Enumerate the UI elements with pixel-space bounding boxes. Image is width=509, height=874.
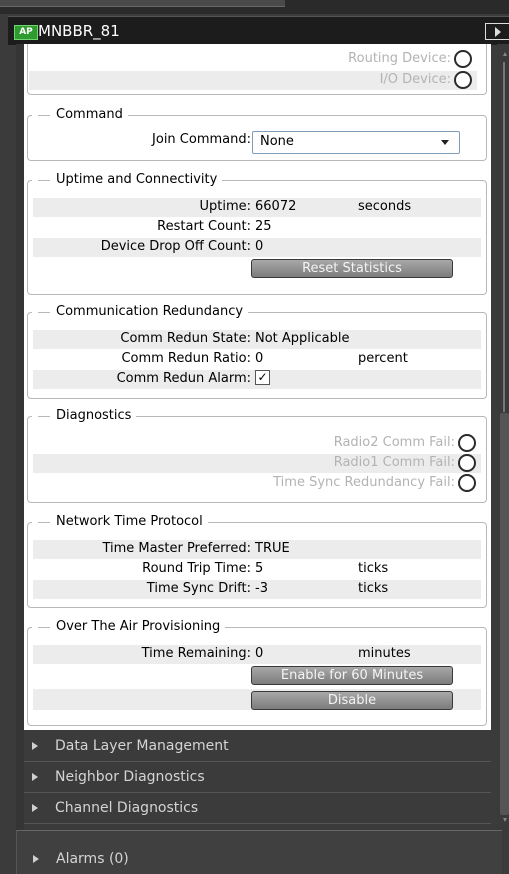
comm-redun-state-row: Comm Redun State: Not Applicable	[33, 330, 481, 349]
reset-statistics-button[interactable]: Reset Statistics	[251, 259, 453, 278]
section-neighbor-diagnostics[interactable]: Neighbor Diagnostics	[24, 762, 491, 793]
round-trip-unit: ticks	[358, 561, 389, 576]
uptime-label: Uptime:	[199, 199, 251, 214]
round-trip-row: Round Trip Time: 5 ticks	[33, 560, 481, 579]
ota-group: Over The Air Provisioning Time Remaining…	[27, 619, 487, 726]
device-title-bar: AP MNBBR_81	[8, 16, 509, 45]
drop-off-count-row: Device Drop Off Count: 0	[33, 238, 481, 257]
section-channel-diagnostics[interactable]: Channel Diagnostics	[24, 793, 491, 824]
drop-off-count-label: Device Drop Off Count:	[100, 239, 251, 254]
expand-arrow-icon	[33, 855, 39, 863]
ap-badge: AP	[14, 25, 38, 40]
scrollbar-thumb[interactable]	[500, 413, 509, 815]
section-label: Data Layer Management	[55, 738, 229, 754]
diagnostics-title: Diagnostics	[32, 408, 137, 423]
radio1-comm-fail-row: Radio1 Comm Fail:	[33, 454, 481, 473]
expand-arrow-icon	[32, 804, 38, 812]
expand-arrow-icon	[32, 773, 38, 781]
uptime-value: 66072	[255, 199, 297, 214]
time-sync-drift-row: Time Sync Drift: -3 ticks	[33, 580, 481, 599]
disable-button[interactable]: Disable	[251, 691, 453, 710]
alarms-label: Alarms (0)	[56, 851, 129, 867]
window-tab[interactable]	[0, 0, 285, 7]
time-sync-drift-unit: ticks	[358, 581, 389, 596]
drop-off-count-value: 0	[255, 239, 264, 254]
radio1-comm-fail-label: Radio1 Comm Fail:	[333, 455, 455, 470]
join-command-select[interactable]: None	[252, 131, 460, 154]
alarms-section[interactable]: Alarms (0)	[16, 830, 502, 874]
comm-redun-alarm-row: Comm Redun Alarm: ✓	[33, 370, 481, 389]
radio2-comm-fail-label: Radio2 Comm Fail:	[333, 435, 455, 450]
dropdown-arrow-icon	[441, 140, 449, 145]
left-margin	[16, 44, 24, 830]
restart-count-label: Restart Count:	[157, 219, 251, 234]
command-group-title: Command	[32, 107, 128, 122]
ntp-group: Network Time Protocol Time Master Prefer…	[27, 514, 487, 608]
comm-redun-alarm-checkbox[interactable]: ✓	[255, 370, 270, 385]
command-group: Command Join Command: None	[27, 107, 487, 161]
status-group-box	[27, 44, 487, 95]
comm-redun-state-value: Not Applicable	[255, 331, 350, 346]
comm-redundancy-group: Communication Redundancy Comm Redun Stat…	[27, 304, 487, 399]
scrollbar-track-line	[503, 62, 505, 412]
time-sync-fail-row: Time Sync Redundancy Fail:	[33, 474, 481, 493]
time-sync-fail-label: Time Sync Redundancy Fail:	[273, 475, 455, 490]
radio2-status-icon	[458, 434, 476, 452]
radio1-status-icon	[458, 454, 476, 472]
scroll-up-icon[interactable]	[503, 52, 507, 56]
uptime-row: Uptime: 66072 seconds	[33, 198, 481, 217]
comm-redun-state-label: Comm Redun State:	[120, 331, 251, 346]
comm-redun-alarm-label: Comm Redun Alarm:	[116, 371, 251, 386]
section-label: Neighbor Diagnostics	[55, 769, 205, 785]
join-command-row: Join Command: None	[33, 131, 481, 154]
uptime-group: Uptime and Connectivity Uptime: 66072 se…	[27, 172, 487, 295]
radio2-comm-fail-row: Radio2 Comm Fail:	[33, 434, 481, 453]
diagnostics-group: Diagnostics Radio2 Comm Fail: Radio1 Com…	[27, 408, 487, 503]
expand-arrow-icon	[32, 742, 38, 750]
expand-arrow-icon[interactable]	[485, 23, 509, 40]
ntp-title: Network Time Protocol	[32, 514, 208, 529]
time-master-value: TRUE	[255, 541, 290, 556]
round-trip-value: 5	[255, 561, 264, 576]
scroll-down-icon[interactable]	[503, 818, 507, 822]
device-title: MNBBR_81	[38, 22, 120, 40]
join-command-label: Join Command:	[152, 132, 251, 147]
top-strip	[0, 0, 509, 14]
time-sync-drift-label: Time Sync Drift:	[146, 581, 251, 596]
time-remaining-unit: minutes	[358, 646, 411, 661]
time-remaining-label: Time Remaining:	[141, 646, 251, 661]
section-data-layer-management[interactable]: Data Layer Management	[24, 731, 491, 762]
section-label: Channel Diagnostics	[55, 800, 199, 816]
comm-redundancy-title: Communication Redundancy	[32, 304, 249, 319]
time-remaining-value: 0	[255, 646, 264, 661]
time-sync-status-icon	[458, 474, 476, 492]
uptime-unit: seconds	[358, 199, 412, 214]
uptime-group-title: Uptime and Connectivity	[32, 172, 223, 187]
time-master-row: Time Master Preferred: TRUE	[33, 540, 481, 559]
comm-redun-ratio-row: Comm Redun Ratio: 0 percent	[33, 350, 481, 369]
device-details-panel: Routing Device: I/O Device: Command Join…	[24, 44, 491, 730]
time-remaining-row: Time Remaining: 0 minutes	[33, 645, 481, 664]
join-command-value: None	[260, 134, 294, 149]
ota-title: Over The Air Provisioning	[32, 619, 226, 634]
comm-redun-ratio-label: Comm Redun Ratio:	[121, 351, 251, 366]
restart-count-value: 25	[255, 219, 272, 234]
comm-redun-ratio-value: 0	[255, 351, 264, 366]
comm-redun-ratio-unit: percent	[358, 351, 408, 366]
restart-count-row: Restart Count: 25	[33, 218, 481, 237]
enable-60-minutes-button[interactable]: Enable for 60 Minutes	[251, 666, 453, 685]
round-trip-label: Round Trip Time:	[142, 561, 251, 576]
time-master-label: Time Master Preferred:	[102, 541, 251, 556]
time-sync-drift-value: -3	[255, 581, 268, 596]
